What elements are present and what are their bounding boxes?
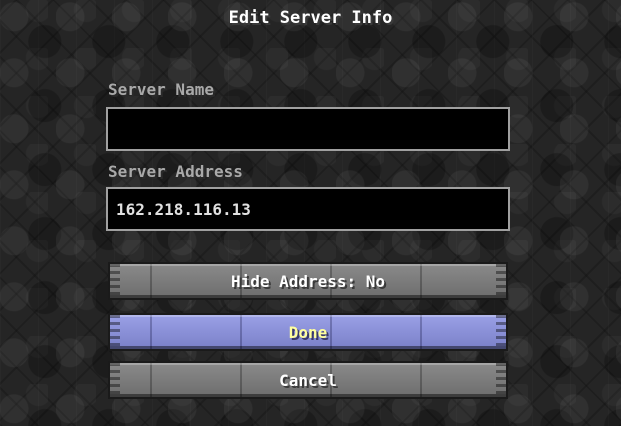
- server-name-label: Server Name: [108, 80, 214, 99]
- button-edge-left: [110, 315, 120, 349]
- done-button[interactable]: Done: [108, 313, 508, 351]
- server-address-label: Server Address: [108, 162, 243, 181]
- hide-address-button[interactable]: Hide Address: No: [108, 262, 508, 300]
- button-edge-right: [496, 264, 506, 298]
- button-edge-right: [496, 315, 506, 349]
- server-address-input[interactable]: [116, 199, 500, 219]
- button-edge-left: [110, 363, 120, 397]
- screen-title: Edit Server Info: [228, 8, 393, 28]
- cancel-button[interactable]: Cancel: [108, 361, 508, 399]
- button-edge-right: [496, 363, 506, 397]
- server-address-field-box[interactable]: [106, 187, 510, 231]
- server-name-field-box[interactable]: [106, 107, 510, 151]
- button-edge-left: [110, 264, 120, 298]
- hide-address-label: Hide Address: No: [230, 271, 386, 291]
- done-label: Done: [288, 322, 328, 342]
- cancel-label: Cancel: [279, 370, 337, 390]
- server-name-input[interactable]: [116, 119, 500, 139]
